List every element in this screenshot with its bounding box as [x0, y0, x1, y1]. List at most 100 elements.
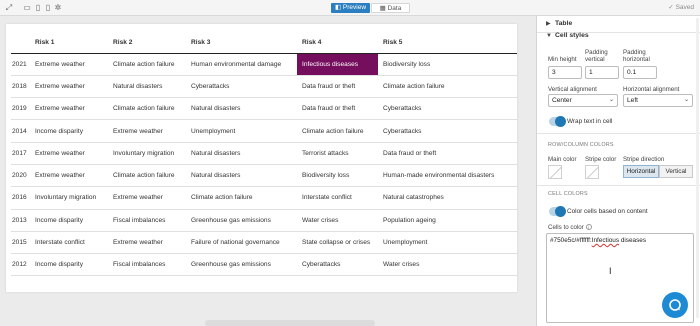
table-header-row: Risk 1 Risk 2 Risk 3 Risk 4 Risk 5 [11, 32, 517, 54]
table-cell: Unemployment [378, 231, 517, 255]
padding-vertical-input[interactable]: 1 [585, 66, 619, 79]
highlighted-cell: Infectious diseases [297, 53, 378, 76]
header-cell-risk-4[interactable]: Risk 4 [297, 32, 378, 54]
table-cell: Biodiversity loss [297, 164, 378, 188]
table-row: 2015 Interstate conflict Extreme weather… [11, 231, 517, 255]
table-cell: State collapse or crises [297, 231, 378, 255]
table-cell: Extreme weather [30, 75, 108, 99]
stripe-horizontal-option[interactable]: Horizontal [623, 165, 659, 178]
table-cell: 2020 [11, 164, 30, 188]
table-cell: Cyberattacks [297, 253, 378, 277]
horizontal-alignment-value: Left [627, 97, 638, 104]
table-row: 2017 Extreme weather Involuntary migrati… [11, 142, 517, 165]
table-row: 2014 Income disparity Extreme weather Un… [11, 119, 517, 143]
wrap-text-toggle[interactable] [549, 116, 566, 127]
table-cell: Biodiversity loss [378, 53, 517, 76]
table-cell: Climate action failure [297, 119, 378, 143]
horizontal-alignment-label: Horizontal alignment [623, 86, 680, 93]
checkmark-icon: ✓ [668, 4, 674, 11]
table-cell: Population ageing [378, 209, 517, 232]
text-cursor-icon: I [609, 266, 612, 276]
table-cell: Fiscal imbalances [108, 209, 186, 232]
header-cell-risk-2[interactable]: Risk 2 [108, 32, 186, 54]
table-cell: Involuntary migration [30, 186, 108, 210]
table-cell: Extreme weather [108, 186, 186, 210]
wrap-text-label: Wrap text in cell [567, 118, 613, 125]
info-icon[interactable]: i [585, 224, 592, 231]
table-row: 2012 Income disparity Fiscal imbalances … [11, 253, 517, 277]
divider [537, 133, 700, 134]
table-cell: Water crises [378, 253, 517, 277]
table-cell: Interstate conflict [297, 186, 378, 210]
table-cell: 2019 [11, 97, 30, 121]
tablet-icon[interactable]: ▯ [34, 4, 42, 12]
settings-sidebar: ▶ Table ▼ Cell styles Min height Padding… [536, 16, 700, 326]
desktop-icon[interactable]: ▭ [23, 4, 31, 12]
table-cell: Interstate conflict [30, 231, 108, 255]
vertical-alignment-label: Vertical alignment [548, 86, 597, 93]
table-cell: Involuntary migration [108, 142, 186, 165]
header-cell-risk-1[interactable]: Risk 1 [30, 32, 108, 54]
preview-icon: ◧ [334, 4, 342, 11]
table-cell: Income disparity [30, 119, 108, 143]
table-cell: 2015 [11, 231, 30, 255]
row-column-colors-heading: ROW/COLUMN COLORS [548, 142, 614, 148]
horizontal-alignment-select[interactable]: Left ⌄ [623, 94, 693, 107]
table-cell: Unemployment [186, 119, 297, 143]
table-cell: 2012 [11, 253, 30, 277]
table-cell: 2014 [11, 119, 30, 143]
table-cell: Climate action failure [108, 97, 186, 121]
table-cell: Climate action failure [378, 75, 517, 99]
stripe-color-swatch[interactable] [585, 165, 599, 179]
preview-tab[interactable]: ◧ Preview [331, 3, 370, 13]
settings-icon[interactable]: ✲ [54, 4, 62, 12]
table-row: 2016 Involuntary migration Extreme weath… [11, 186, 517, 210]
table-row: 2013 Income disparity Fiscal imbalances … [11, 209, 517, 232]
table-cell: Extreme weather [30, 53, 108, 76]
header-cell-year[interactable] [11, 32, 30, 54]
stripe-color-label: Stripe color [585, 156, 617, 163]
table-row: 2020 Extreme weather Climate action fail… [11, 164, 517, 188]
table-cell: 2016 [11, 186, 30, 210]
table-cell: Natural disasters [186, 97, 297, 121]
header-cell-risk-3[interactable]: Risk 3 [186, 32, 297, 54]
table-cell: Income disparity [30, 209, 108, 232]
preview-area: Risk 1 Risk 2 Risk 3 Risk 4 Risk 5 2021 … [0, 16, 536, 326]
cells-to-color-heading: Cells to color i [548, 224, 592, 231]
color-cells-toggle[interactable] [549, 206, 566, 217]
padding-horizontal-input[interactable]: 0.1 [623, 66, 657, 79]
resize-handle[interactable] [205, 320, 375, 326]
min-height-input[interactable]: 3 [548, 66, 582, 79]
toggle-knob [555, 116, 566, 127]
cells-to-color-text-c: diseases [619, 237, 647, 244]
data-grid-icon: ▦ [379, 5, 386, 12]
chat-bubble-icon [669, 299, 681, 311]
data-tab-label: Data [387, 5, 402, 12]
divider [537, 185, 700, 186]
table-cell: 2021 [11, 53, 30, 76]
table-cell: Greenhouse gas emissions [186, 253, 297, 277]
data-tab[interactable]: ▦ Data [371, 3, 410, 13]
table-row: 2018 Extreme weather Natural disasters C… [11, 75, 517, 99]
table-cell: Climate action failure [108, 164, 186, 188]
stripe-vertical-option[interactable]: Vertical [659, 165, 693, 178]
vertical-alignment-value: Center [552, 97, 572, 104]
chevron-down-icon: ⌄ [608, 97, 614, 103]
table-cell: Extreme weather [108, 119, 186, 143]
cells-to-color-text-b: Infectious [591, 237, 620, 244]
chat-support-button[interactable] [662, 292, 688, 318]
cell-styles-section-header[interactable]: ▼ Cell styles [537, 28, 700, 44]
sidebar-scrollbar[interactable] [696, 18, 699, 318]
main-color-swatch[interactable] [548, 165, 562, 179]
table-cell: Natural disasters [108, 75, 186, 99]
vertical-alignment-select[interactable]: Center ⌄ [548, 94, 618, 107]
expand-icon[interactable]: ⤢ [5, 4, 13, 12]
header-cell-risk-5[interactable]: Risk 5 [378, 32, 517, 54]
saved-status: ✓ Saved [668, 3, 694, 13]
table-cell: Income disparity [30, 253, 108, 277]
table-cell: 2013 [11, 209, 30, 232]
table-cell: 2018 [11, 75, 30, 99]
phone-icon[interactable]: ▯ [44, 4, 52, 12]
table-cell: Cyberattacks [378, 119, 517, 143]
data-table: Risk 1 Risk 2 Risk 3 Risk 4 Risk 5 2021 … [11, 32, 517, 277]
